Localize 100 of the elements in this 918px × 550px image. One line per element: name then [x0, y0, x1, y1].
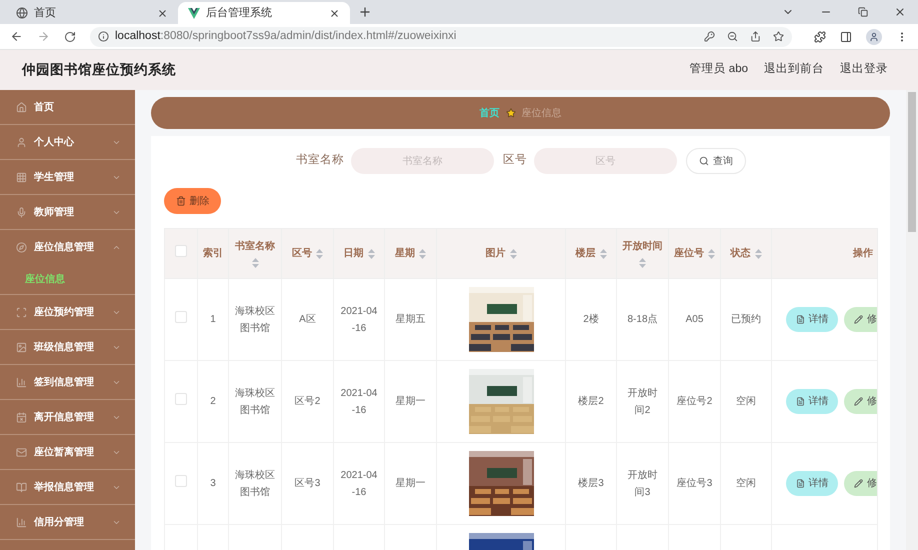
- details-button[interactable]: 详情: [786, 307, 838, 332]
- reload-icon[interactable]: [64, 30, 76, 42]
- menu-item-icon: [16, 516, 27, 528]
- share-icon[interactable]: [750, 31, 761, 42]
- trash-icon: [176, 196, 186, 206]
- sidebar-item[interactable]: 个人中心: [0, 125, 135, 159]
- checkbox[interactable]: [175, 311, 187, 323]
- puzzle-icon[interactable]: [814, 30, 826, 42]
- column-header[interactable]: 操作: [772, 228, 878, 278]
- header-link[interactable]: 管理员 abo: [690, 61, 748, 79]
- column-header[interactable]: 索引: [198, 228, 228, 278]
- browser-tab[interactable]: 后台管理系统: [178, 2, 350, 24]
- key-icon[interactable]: [704, 31, 715, 42]
- table-cell: 座位号3: [676, 478, 712, 489]
- close-icon[interactable]: [329, 8, 340, 18]
- breadcrumb-link[interactable]: 首页: [480, 106, 500, 120]
- table-cell: 区号3: [294, 478, 320, 489]
- table-cell: 2: [210, 396, 216, 407]
- table-cell: 2021-04-16: [340, 470, 378, 498]
- checkbox[interactable]: [175, 393, 187, 405]
- close-icon[interactable]: [157, 8, 168, 18]
- back-icon[interactable]: [10, 30, 23, 43]
- bookmark-star-icon[interactable]: [773, 31, 784, 42]
- sidebar-item[interactable]: 离开信息管理: [0, 400, 135, 434]
- browser-tab[interactable]: 首页: [6, 2, 178, 24]
- address-bar[interactable]: localhost:8080/springboot7ss9a/admin/dist/index.html#/zuoweixinxi: [90, 26, 792, 46]
- table-cell: 区号2: [294, 396, 320, 407]
- table-cell: A区: [299, 314, 316, 325]
- table-cell: 海珠校区图书馆: [235, 306, 275, 334]
- menu-item-icon: [16, 342, 27, 352]
- menu-item-icon: [16, 136, 27, 148]
- tab-title: 首页: [34, 6, 57, 21]
- table-cell: 海珠校区图书馆: [235, 470, 275, 498]
- header-link[interactable]: 退出登录: [840, 61, 888, 79]
- table-cell: 开放时间2: [628, 388, 658, 416]
- menu-item-icon: [16, 412, 27, 422]
- edit-button[interactable]: 修: [844, 307, 876, 332]
- delete-button[interactable]: 删除: [164, 188, 221, 214]
- sidebar-item[interactable]: 签到信息管理: [0, 365, 135, 399]
- app-title: 仲园图书馆座位预约系统: [22, 60, 177, 79]
- table-cell: 星期一: [396, 478, 426, 489]
- scrollbar-thumb[interactable]: [908, 92, 916, 232]
- sidebar-item[interactable]: 座位暂离管理: [0, 435, 135, 469]
- details-button[interactable]: 详情: [786, 389, 838, 414]
- column-header[interactable]: 图片: [436, 228, 566, 278]
- search-button[interactable]: 查询: [686, 148, 746, 174]
- url-text: localhost:8080/springboot7ss9a/admin/dist/index.html#/zuoweixinxi: [115, 28, 458, 44]
- table-cell: 空闲: [736, 396, 756, 407]
- zoom-out-icon[interactable]: [727, 31, 738, 42]
- sidebar-item[interactable]: 信用分管理: [0, 505, 135, 539]
- pencil-icon: [854, 315, 863, 324]
- table-cell: 星期五: [396, 314, 426, 325]
- sidebar-item[interactable]: 首页: [0, 90, 135, 124]
- menu-item-icon: [16, 482, 27, 492]
- new-tab-icon[interactable]: [358, 5, 372, 19]
- table-cell: 2楼: [583, 314, 599, 325]
- profile-avatar[interactable]: [866, 28, 882, 44]
- column-header[interactable]: 书室名称: [228, 228, 282, 278]
- table-cell: 楼层2: [578, 396, 604, 407]
- column-header[interactable]: 区号: [282, 228, 334, 278]
- globe-icon: [16, 7, 28, 19]
- table-cell: 开放时间3: [628, 470, 658, 498]
- menu-item-icon: [16, 206, 27, 218]
- sidebar-item[interactable]: 座位预约管理: [0, 295, 135, 329]
- edit-button[interactable]: 修: [844, 471, 876, 496]
- search-icon: [699, 156, 709, 166]
- column-header[interactable]: 开放时间: [616, 228, 668, 278]
- pencil-icon: [854, 397, 863, 406]
- column-header[interactable]: 日期: [334, 228, 384, 278]
- table-cell: 海珠校区图书馆: [235, 388, 275, 416]
- menu-item-icon: [16, 242, 27, 252]
- column-header[interactable]: 星期: [384, 228, 436, 278]
- header-link[interactable]: 退出到前台: [764, 61, 824, 79]
- restore-icon[interactable]: [858, 7, 868, 17]
- table-cell: 2021-04-16: [340, 306, 378, 334]
- column-header[interactable]: 状态: [720, 228, 772, 278]
- table-cell: 2021-04-16: [340, 388, 378, 416]
- menu-item-icon: [16, 446, 27, 458]
- table-cell: 3: [210, 478, 216, 489]
- table-cell: 1: [210, 314, 216, 325]
- details-button[interactable]: 详情: [786, 471, 838, 496]
- sidebar-item[interactable]: 举报信息管理: [0, 470, 135, 504]
- sidebar-item[interactable]: 座位信息管理: [0, 230, 135, 264]
- side-panel-icon[interactable]: [840, 30, 852, 42]
- table-cell: 座位号2: [676, 396, 712, 407]
- column-header[interactable]: 座位号: [668, 228, 720, 278]
- info-icon[interactable]: [98, 31, 109, 42]
- menu-item-icon: [16, 102, 27, 112]
- document-icon: [796, 479, 804, 488]
- sidebar-item[interactable]: 教师管理: [0, 195, 135, 229]
- sidebar-item[interactable]: 学生管理: [0, 160, 135, 194]
- checkbox[interactable]: [175, 245, 187, 257]
- checkbox[interactable]: [175, 475, 187, 487]
- edit-button[interactable]: 修: [844, 389, 876, 414]
- column-header[interactable]: 楼层: [566, 228, 616, 278]
- document-icon: [796, 315, 804, 324]
- star-icon: [506, 108, 516, 118]
- sidebar-subitem[interactable]: 座位信息: [0, 264, 135, 294]
- sidebar-item[interactable]: 班级信息管理: [0, 330, 135, 364]
- close-icon[interactable]: [894, 6, 906, 18]
